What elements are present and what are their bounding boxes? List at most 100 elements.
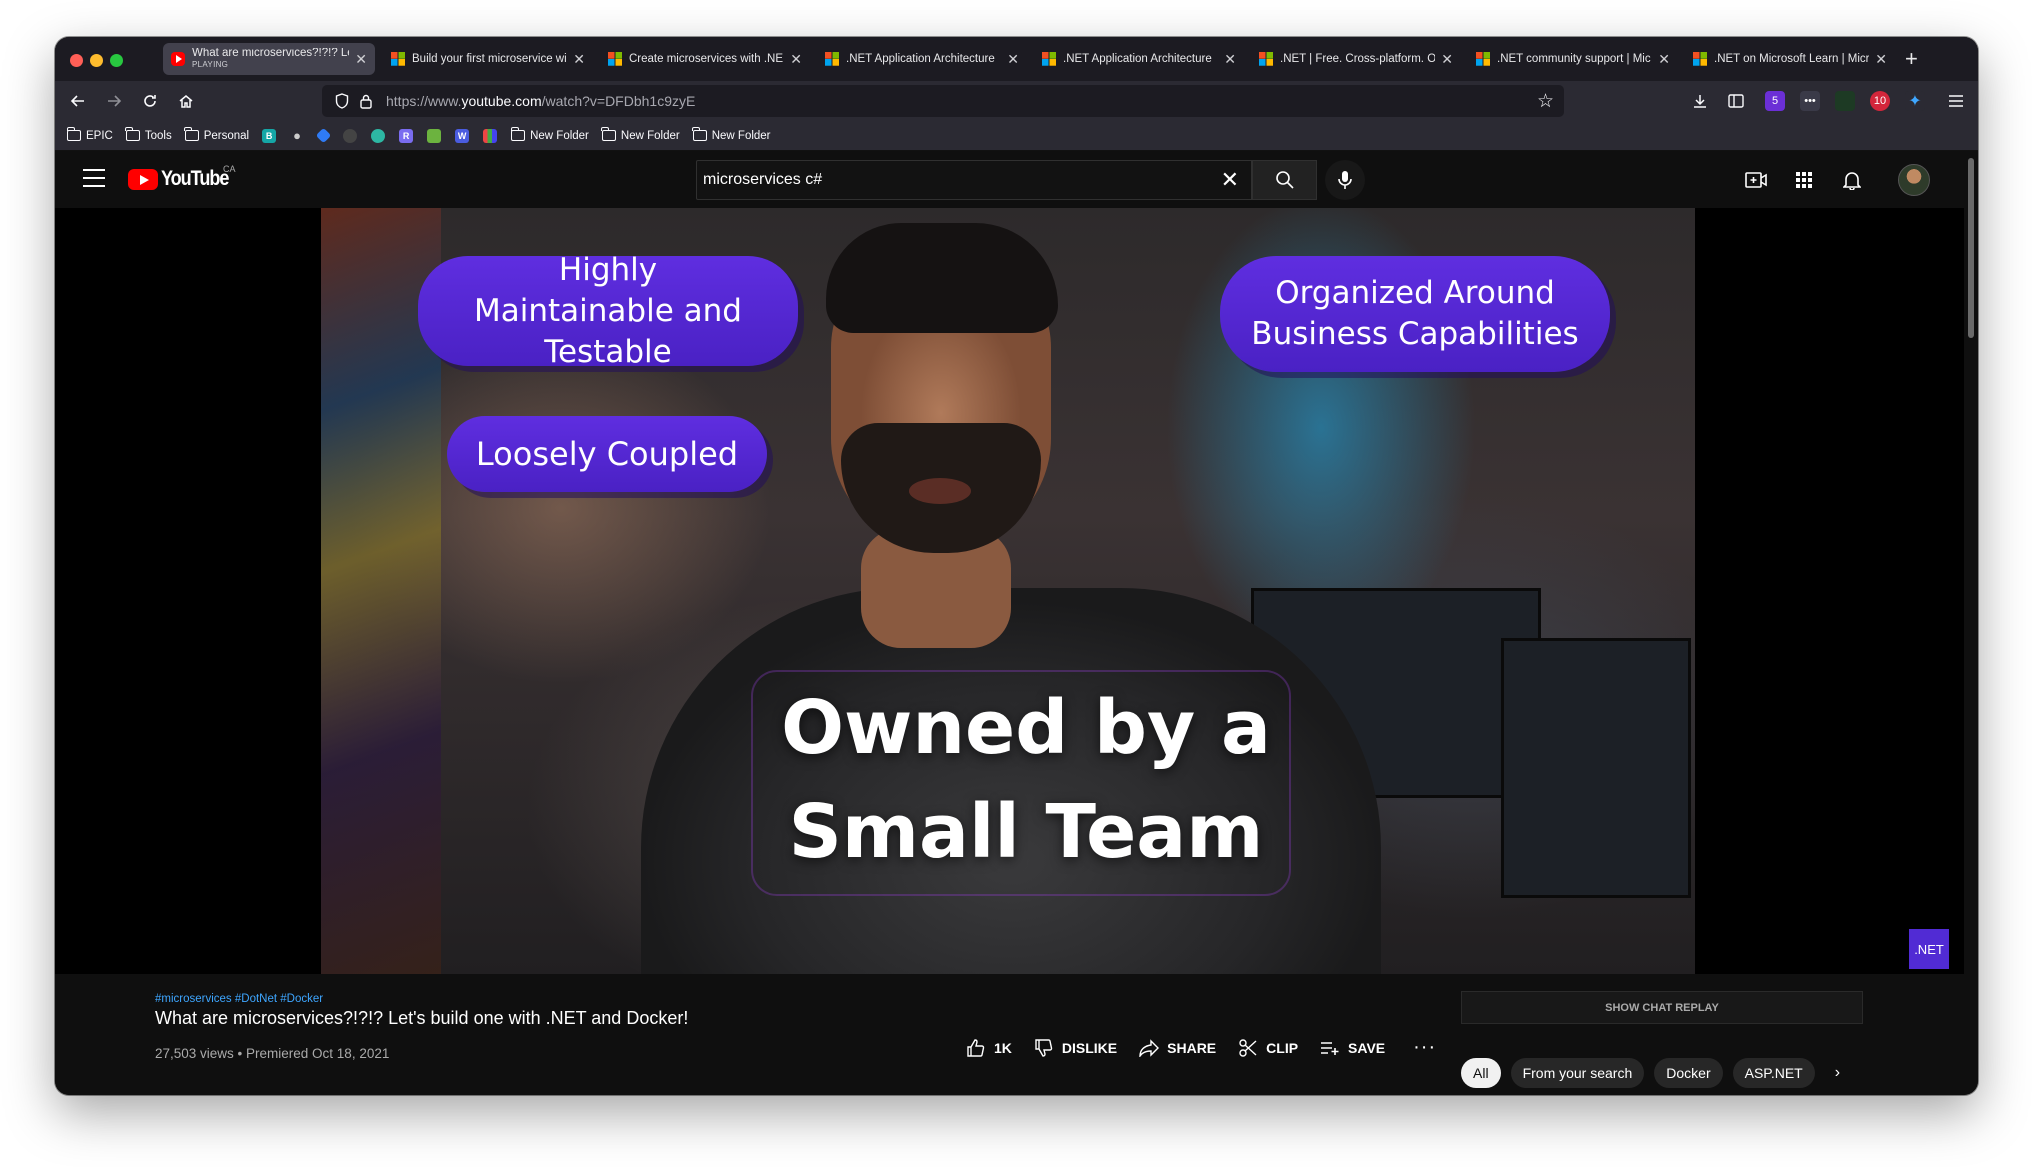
back-arrow-icon: [70, 95, 84, 107]
leaf-icon[interactable]: [427, 128, 442, 143]
hamburger-icon: [1949, 95, 1963, 107]
browser-tab[interactable]: .NET Application Architecture ✕: [1034, 43, 1244, 75]
overlay-bubble: Highly Maintainable and Testable: [418, 252, 798, 370]
create-video-icon[interactable]: [1742, 166, 1770, 194]
clear-search-icon[interactable]: ✕: [1221, 167, 1239, 193]
video-hashtags[interactable]: #microservices #DotNet #Docker: [155, 993, 323, 1005]
close-tab-icon[interactable]: ✕: [1658, 51, 1670, 68]
close-tab-icon[interactable]: ✕: [1875, 51, 1887, 68]
home-button[interactable]: [171, 86, 201, 116]
sidebar-toggle-button[interactable]: [1721, 86, 1751, 116]
browser-tab[interactable]: .NET on Microsoft Learn | Micr ✕: [1685, 43, 1895, 75]
overlay-text: Organized Around Business Capabilities: [1251, 275, 1579, 352]
new-tab-button[interactable]: +: [1905, 45, 1918, 73]
search-input[interactable]: [703, 171, 1221, 189]
page-scrollbar[interactable]: [1964, 152, 1978, 1095]
bookmark-folder-new[interactable]: New Folder: [692, 127, 771, 142]
close-tab-icon[interactable]: ✕: [1441, 51, 1453, 68]
bookmark-star-icon[interactable]: ☆: [1537, 90, 1554, 113]
minimize-window-button[interactable]: [90, 54, 103, 67]
chip-docker[interactable]: Docker: [1654, 1058, 1723, 1088]
close-window-button[interactable]: [70, 54, 83, 67]
browser-tab[interactable]: Build your first microservice wi ✕: [383, 43, 593, 75]
bookmark-app-icon[interactable]: B: [262, 128, 277, 143]
apps-grid-icon[interactable]: [1790, 166, 1818, 194]
extension-badge-icon[interactable]: 5: [1765, 91, 1785, 111]
zoom-window-button[interactable]: [110, 54, 123, 67]
video-info-section: #microservices #DotNet #Docker What are …: [55, 974, 1964, 1095]
voice-search-button[interactable]: [1325, 160, 1365, 200]
thumbs-down-icon: [1034, 1038, 1054, 1058]
url-text[interactable]: https://www.youtube.com/watch?v=DFDbh1c9…: [386, 93, 1537, 109]
more-actions-icon[interactable]: ···: [1413, 1036, 1436, 1059]
region-code: CA: [223, 164, 236, 174]
chip-all[interactable]: All: [1461, 1058, 1501, 1088]
word-icon[interactable]: W: [455, 128, 470, 143]
lock-icon[interactable]: [356, 91, 376, 111]
clip-button[interactable]: CLIP: [1238, 1038, 1298, 1058]
browser-tab[interactable]: .NET | Free. Cross-platform. O ✕: [1251, 43, 1461, 75]
tab-title: .NET on Microsoft Learn | Micr: [1714, 53, 1870, 65]
save-button[interactable]: SAVE: [1320, 1038, 1385, 1058]
folder-icon: [125, 127, 140, 141]
related-filter-chips: All From your search Docker ASP.NET ›: [1461, 1058, 1840, 1088]
show-chat-replay-button[interactable]: SHOW CHAT REPLAY: [1461, 991, 1863, 1024]
grid-app-icon[interactable]: [483, 128, 498, 143]
home-icon: [179, 95, 193, 108]
refresh-app-icon[interactable]: [371, 128, 386, 143]
shield-icon[interactable]: [332, 91, 352, 111]
search-box[interactable]: ✕: [696, 160, 1252, 200]
microsoft-icon: [825, 52, 839, 66]
close-tab-icon[interactable]: ✕: [573, 51, 585, 68]
github-icon[interactable]: [343, 128, 358, 143]
reload-button[interactable]: [135, 86, 165, 116]
guide-menu-icon[interactable]: [83, 169, 105, 187]
close-tab-icon[interactable]: ✕: [1224, 51, 1236, 68]
bookmark-folder-tools[interactable]: Tools: [125, 127, 172, 142]
tab-title: Create microservices with .NE: [629, 53, 784, 65]
extension-puzzle-icon[interactable]: ✦: [1905, 91, 1925, 111]
scrollbar-thumb[interactable]: [1968, 158, 1974, 338]
video-player[interactable]: Highly Maintainable and Testable Organiz…: [55, 208, 1964, 974]
bookmark-app-icon[interactable]: R: [399, 128, 414, 143]
extension-green-icon[interactable]: [1835, 91, 1855, 111]
browser-tab[interactable]: .NET community support | Mic ✕: [1468, 43, 1678, 75]
diamond-icon[interactable]: [315, 127, 332, 144]
navigation-toolbar: https://www.youtube.com/watch?v=DFDbh1c9…: [55, 81, 1978, 121]
back-button[interactable]: [63, 86, 93, 116]
like-button[interactable]: 1K: [966, 1038, 1012, 1058]
microsoft-icon: [608, 52, 622, 66]
downloads-button[interactable]: [1685, 86, 1715, 116]
dislike-button[interactable]: DISLIKE: [1034, 1038, 1117, 1058]
adblock-icon[interactable]: 10: [1870, 91, 1890, 111]
chip-aspnet[interactable]: ASP.NET: [1732, 1058, 1815, 1088]
close-tab-icon[interactable]: ✕: [1007, 51, 1019, 68]
folder-icon: [601, 127, 616, 141]
apple-icon[interactable]: ●: [290, 128, 304, 143]
share-button[interactable]: SHARE: [1139, 1038, 1216, 1058]
tab-playing-label: PLAYING: [192, 60, 229, 69]
bookmark-folder-new[interactable]: New Folder: [510, 127, 589, 142]
browser-tab[interactable]: What are microservices?!?!? Le PLAYING ✕: [163, 43, 375, 75]
browser-tab[interactable]: .NET Application Architecture ✕: [817, 43, 1027, 75]
bookmark-folder-new[interactable]: New Folder: [601, 127, 680, 142]
search-button[interactable]: [1252, 160, 1317, 200]
close-tab-icon[interactable]: ✕: [790, 51, 802, 68]
close-tab-icon[interactable]: ✕: [355, 51, 367, 68]
search-icon: [1275, 171, 1294, 189]
dotnet-badge: .NET: [1909, 929, 1949, 969]
bookmark-folder-personal[interactable]: Personal: [184, 127, 249, 142]
notifications-bell-icon[interactable]: [1838, 166, 1866, 194]
app-menu-button[interactable]: [1941, 86, 1971, 116]
chevron-right-icon[interactable]: ›: [1835, 1064, 1840, 1082]
browser-tab[interactable]: Create microservices with .NE ✕: [600, 43, 810, 75]
forward-button[interactable]: [99, 86, 129, 116]
chip-from-your-search[interactable]: From your search: [1510, 1058, 1645, 1088]
bookmark-folder-epic[interactable]: EPIC: [66, 127, 113, 142]
address-bar[interactable]: https://www.youtube.com/watch?v=DFDbh1c9…: [322, 85, 1564, 117]
url-path: /watch?v=DFDbh1c9zyE: [541, 93, 696, 109]
extension-dots-icon[interactable]: •••: [1800, 91, 1820, 111]
video-actions: 1K DISLIKE SHARE CLIP SAVE ···: [966, 1036, 1436, 1059]
folder-icon: [184, 127, 199, 141]
avatar[interactable]: [1898, 164, 1930, 196]
